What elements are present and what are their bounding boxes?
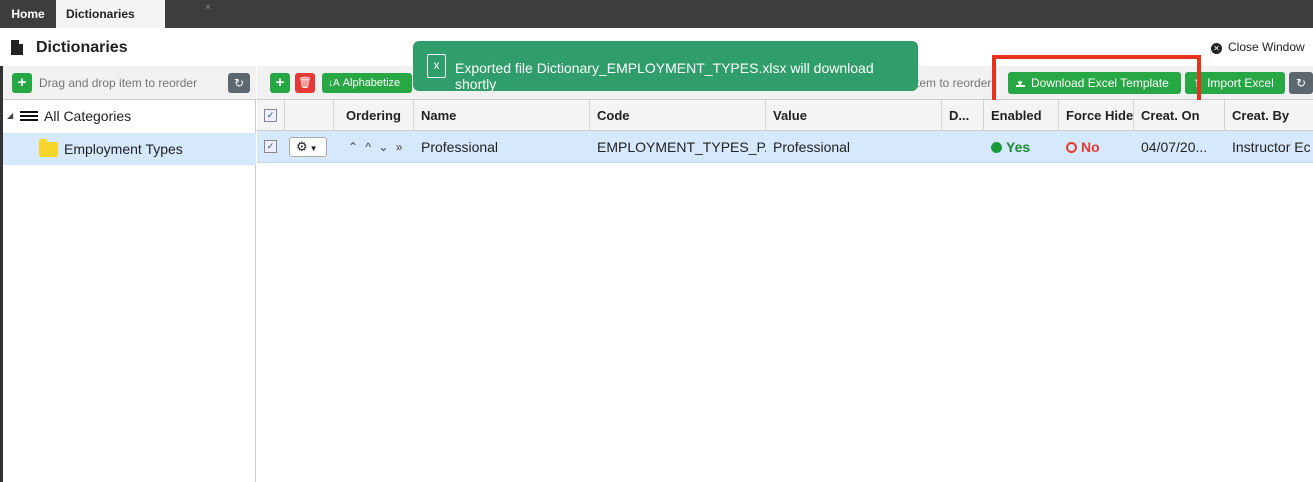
category-pane: + ↻ ◢ All Categories Employment Types — [0, 66, 256, 482]
select-all-column: ✓ — [257, 100, 285, 131]
table-row[interactable]: ✓ ⚙ ▼ ⌃ ^ ⌄ » Professional EMPLOYMENT_TYP… — [257, 131, 1313, 163]
alphabetize-button[interactable]: ↓A Alphabetize — [322, 73, 412, 93]
add-item-button[interactable]: + — [270, 73, 290, 93]
row-checkbox[interactable]: ✓ — [264, 140, 277, 153]
column-header-enabled[interactable]: Enabled — [984, 100, 1059, 131]
close-window-button[interactable]: ✕ Close Window — [1211, 40, 1305, 54]
refresh-items-button[interactable]: ↻ — [1289, 72, 1313, 94]
page-title: Dictionaries — [36, 39, 128, 56]
column-header-created-by[interactable]: Creat. By — [1225, 100, 1313, 131]
move-bottom-icon[interactable]: » — [396, 140, 403, 154]
reorder-hint: tem to reorder — [916, 76, 992, 90]
sort-az-icon: ↓A — [328, 78, 340, 89]
export-toast: x Exported file Dictionary_EMPLOYMENT_TY… — [413, 41, 918, 92]
cell-force-hide: No — [1059, 131, 1134, 163]
cell-name: Professional — [421, 139, 499, 155]
trash-icon: 🗑 — [298, 77, 312, 89]
cell-created-by: Instructor Ec — [1232, 139, 1311, 155]
ordering-controls: ⌃ ^ ⌄ » — [341, 131, 414, 163]
cell-code: EMPLOYMENT_TYPES_P... — [597, 139, 766, 155]
plus-icon: + — [275, 74, 285, 91]
toast-message: Exported file Dictionary_EMPLOYMENT_TYPE… — [455, 60, 874, 92]
refresh-icon: ↻ — [1295, 76, 1307, 90]
column-header-ordering[interactable]: Ordering — [334, 100, 414, 131]
drag-reorder-field[interactable] — [39, 73, 225, 93]
folder-icon — [39, 139, 58, 157]
delete-item-button[interactable]: 🗑 — [295, 73, 315, 93]
refresh-icon: ↻ — [233, 76, 245, 90]
force-hide-ring-icon — [1066, 142, 1077, 153]
column-header-code[interactable]: Code — [590, 100, 766, 131]
column-header-description[interactable]: D... — [942, 100, 984, 131]
force-hide-status: No — [1081, 139, 1100, 155]
expand-arrow-icon[interactable]: ◢ — [7, 100, 13, 132]
move-top-icon[interactable]: ⌃ — [348, 140, 358, 154]
tab-bar: Home Dictionaries × — [0, 0, 1313, 28]
tree-item-label: Employment Types — [64, 141, 183, 157]
gear-icon: ⚙ — [296, 139, 308, 154]
move-down-icon[interactable]: ⌄ — [378, 140, 388, 154]
document-icon — [11, 40, 23, 55]
move-up-icon[interactable]: ^ — [365, 140, 371, 154]
tree-item-label: All Categories — [44, 108, 132, 124]
category-toolbar: + ↻ — [3, 66, 256, 100]
enabled-dot-icon — [991, 142, 1002, 153]
select-all-checkbox[interactable]: ✓ — [264, 109, 277, 122]
actions-column-header — [285, 100, 334, 131]
refresh-categories-button[interactable]: ↻ — [228, 73, 250, 93]
row-actions-button[interactable]: ⚙ ▼ — [289, 137, 327, 157]
close-icon: ✕ — [1211, 43, 1222, 54]
column-header-value[interactable]: Value — [766, 100, 942, 131]
grid-header: ✓ Ordering Name Code Value D... Enabled … — [257, 100, 1313, 131]
column-header-created-on[interactable]: Creat. On — [1134, 100, 1225, 131]
plus-icon: + — [17, 74, 27, 91]
tab-home[interactable]: Home — [0, 0, 56, 28]
cell-created-on: 04/07/20... — [1141, 139, 1208, 155]
cell-enabled: Yes — [984, 131, 1059, 163]
chevron-down-icon: ▼ — [309, 144, 318, 153]
alphabetize-label: Alphabetize — [342, 77, 401, 89]
tab-label: Dictionaries — [66, 7, 135, 21]
tree-item-employment-types[interactable]: Employment Types — [3, 133, 256, 165]
tab-close-icon[interactable]: × — [205, 0, 211, 22]
column-header-name[interactable]: Name — [414, 100, 590, 131]
list-icon — [20, 111, 38, 121]
close-window-label: Close Window — [1228, 40, 1305, 54]
tree-item-all-categories[interactable]: ◢ All Categories — [3, 100, 256, 132]
column-header-force-hide[interactable]: Force Hide — [1059, 100, 1134, 131]
import-label: Import Excel — [1207, 76, 1274, 90]
enabled-status: Yes — [1006, 139, 1031, 155]
add-category-button[interactable]: + — [12, 73, 32, 93]
excel-file-icon: x — [427, 54, 446, 78]
tab-dictionaries[interactable]: Dictionaries × — [56, 0, 211, 28]
cell-value: Professional — [773, 139, 851, 155]
